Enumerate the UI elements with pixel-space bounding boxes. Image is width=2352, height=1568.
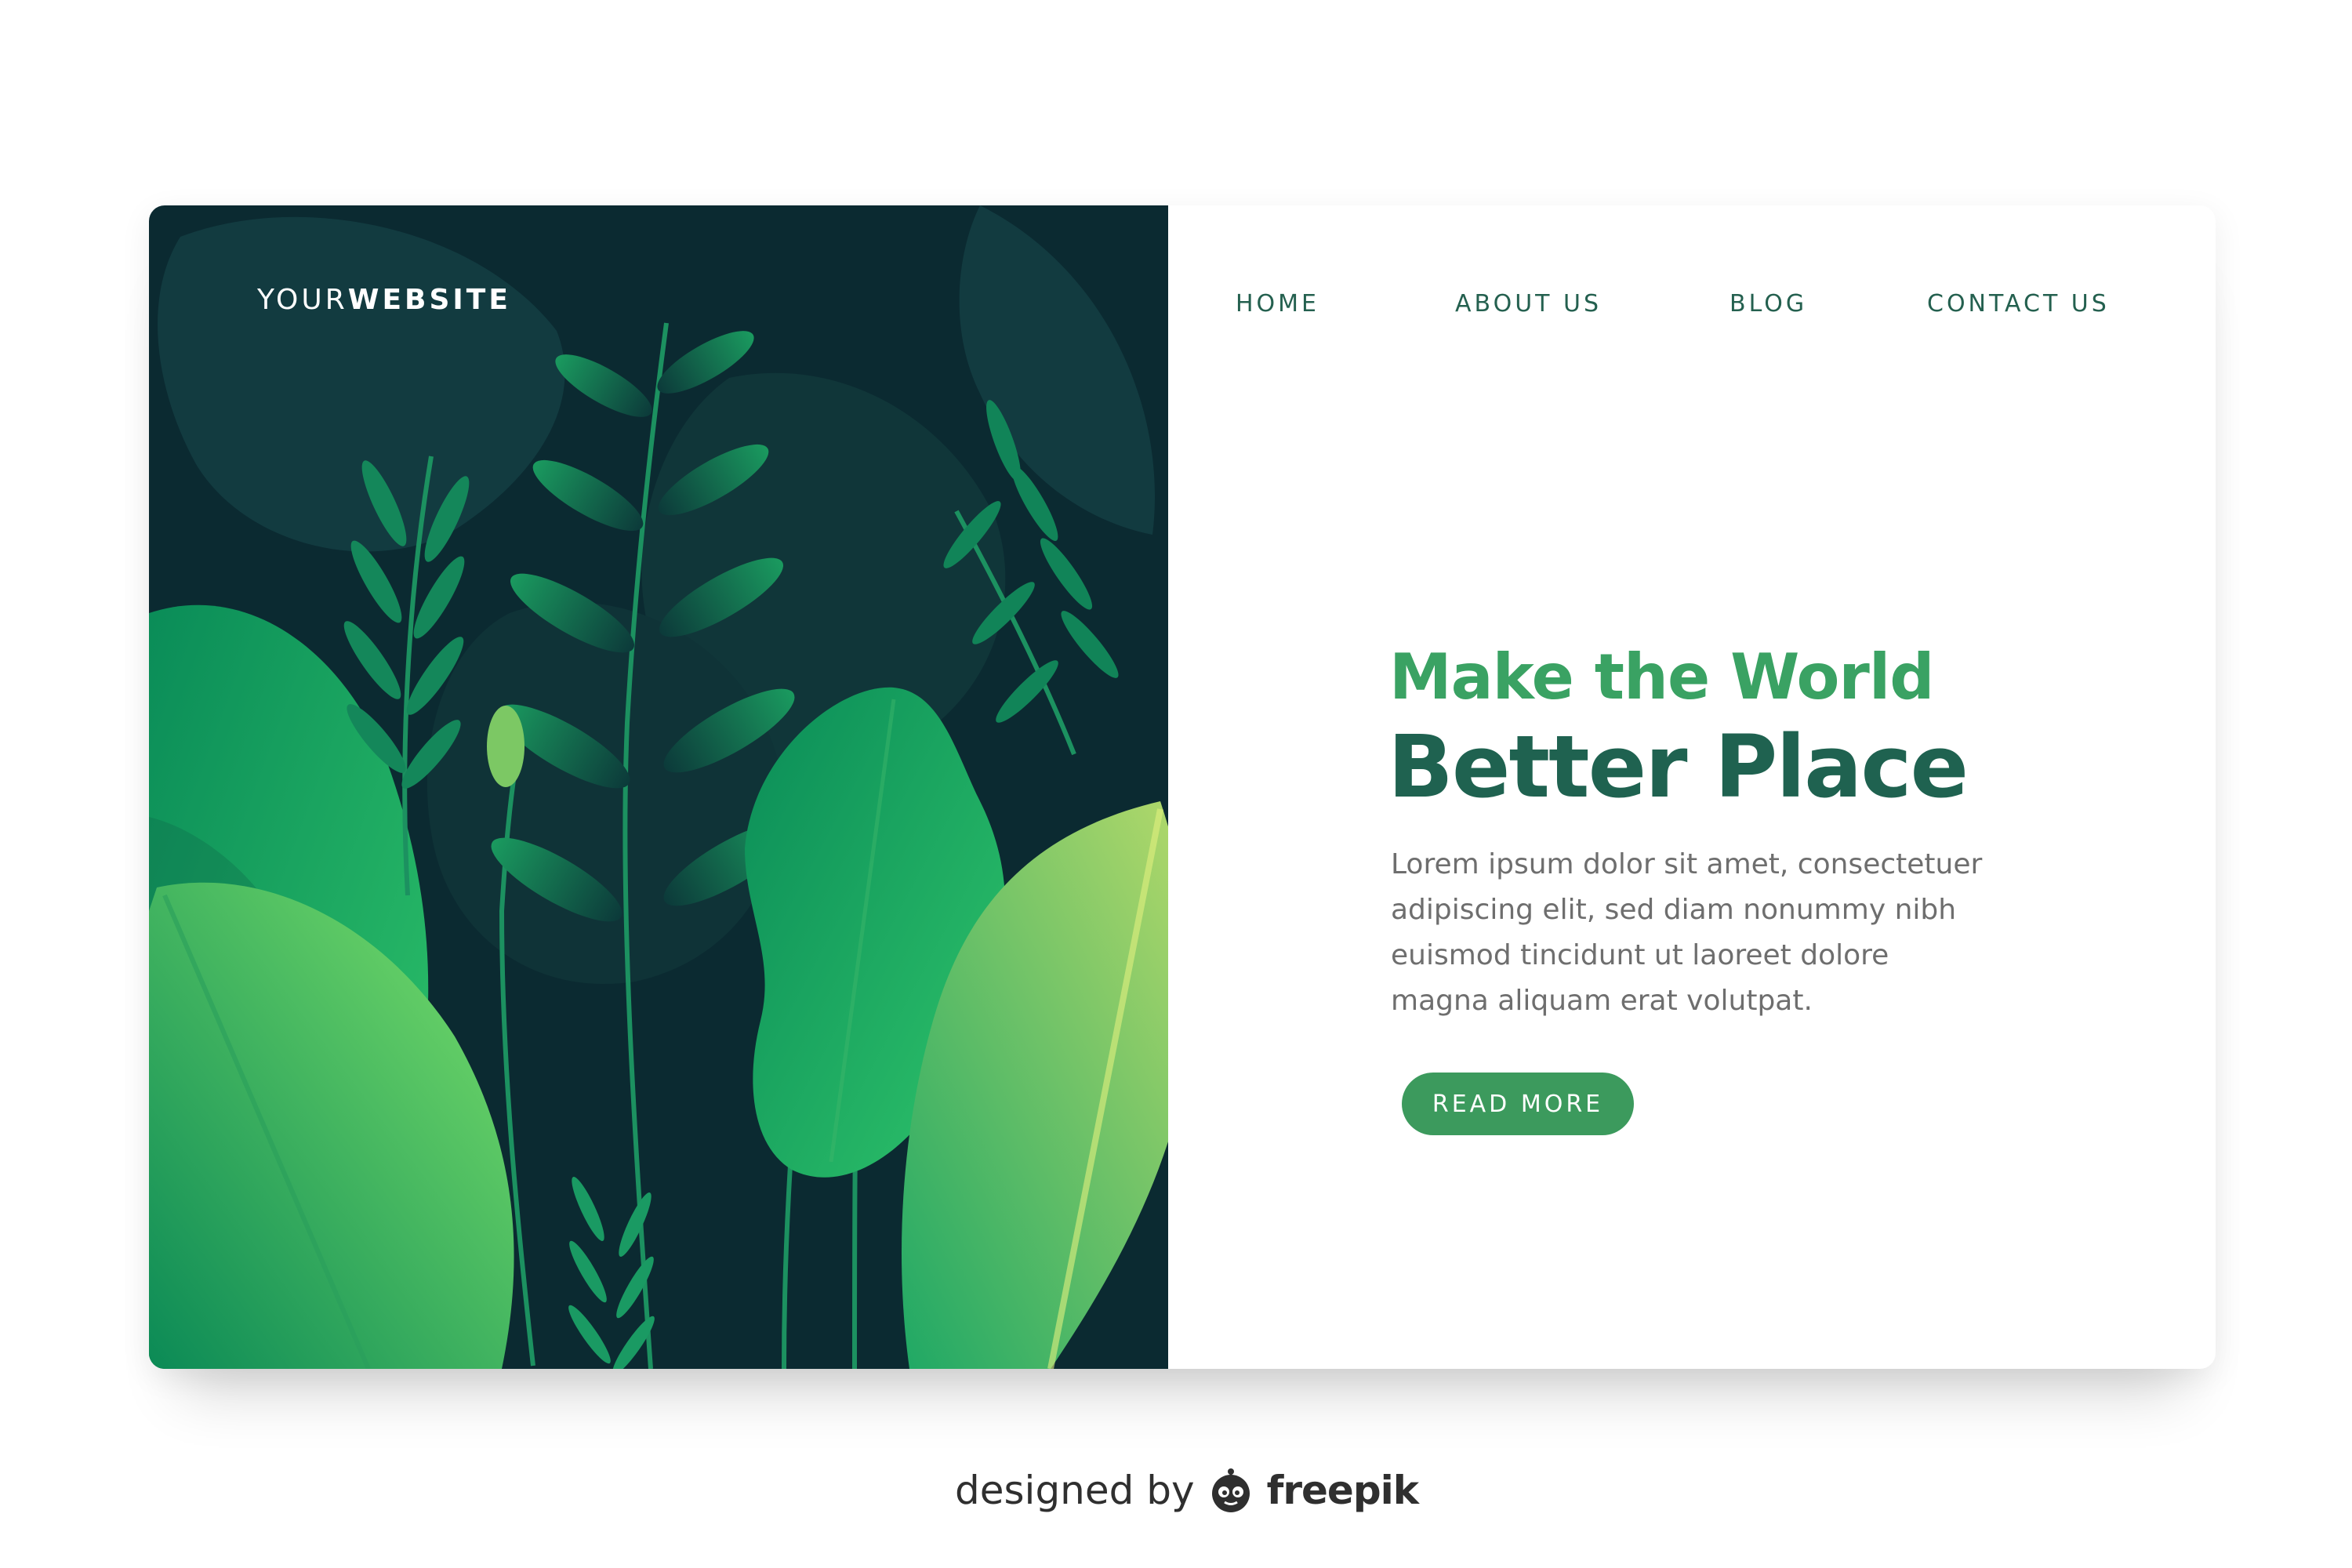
hero-headline-line1: Make the World	[1389, 641, 1935, 713]
freepik-wordmark[interactable]: freepik	[1267, 1468, 1419, 1513]
nav-link-about-us[interactable]: ABOUT US	[1455, 290, 1602, 318]
hero-headline-line2: Better Place	[1388, 717, 1969, 817]
designer-credit: designed by freepik	[955, 1463, 1419, 1518]
hero-description-line: euismod tincidunt ut laoreet dolore	[1391, 939, 1889, 971]
landing-card: YOURWEBSITE HOME ABOUT US BLOG CONTACT U…	[149, 205, 2216, 1369]
nav-link-blog[interactable]: BLOG	[1730, 290, 1807, 318]
freepik-mascot-icon	[1207, 1467, 1254, 1514]
nav-link-home[interactable]: HOME	[1236, 290, 1319, 318]
site-logo[interactable]: YOURWEBSITE	[257, 284, 511, 316]
logo-light-text: YOUR	[257, 284, 348, 316]
hero-description-line: Lorem ipsum dolor sit amet, consectetuer	[1391, 848, 1983, 880]
credit-prefix: designed by	[955, 1468, 1195, 1513]
jungle-leaves-illustration: YOURWEBSITE	[149, 205, 1168, 1369]
hero-description-line: magna aliquam erat volutpat.	[1391, 985, 1813, 1017]
nav-link-contact-us[interactable]: CONTACT US	[1927, 290, 2110, 318]
hero-description: Lorem ipsum dolor sit amet, consectetuer…	[1391, 842, 2096, 1024]
read-more-button[interactable]: READ MORE	[1402, 1073, 1634, 1135]
logo-bold-text: WEBSITE	[347, 284, 511, 316]
hero-description-line: adipiscing elit, sed diam nonummy nibh	[1391, 894, 1957, 926]
